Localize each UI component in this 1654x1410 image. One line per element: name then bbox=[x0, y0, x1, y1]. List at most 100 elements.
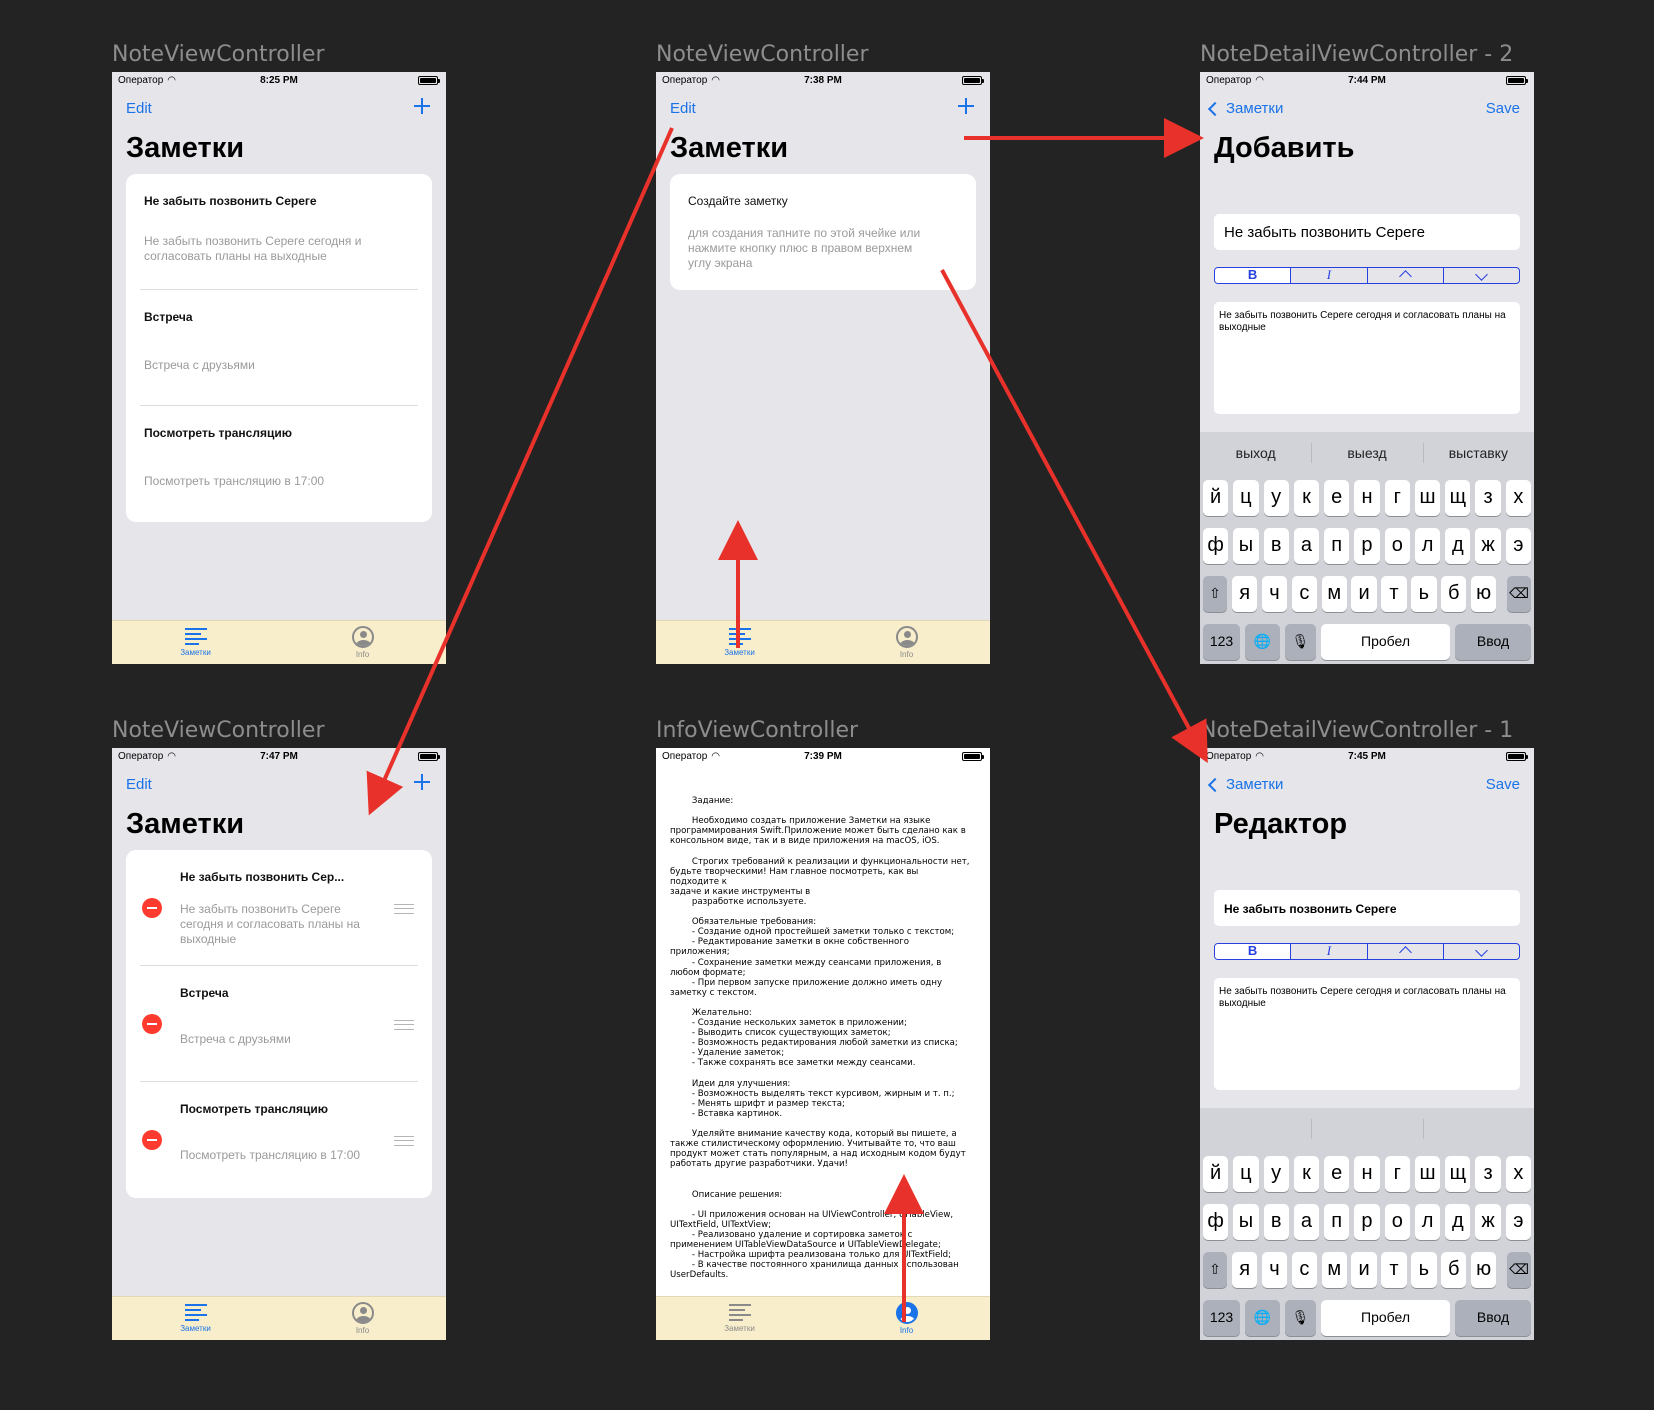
key-п[interactable]: п bbox=[1324, 528, 1350, 564]
key-б[interactable]: б bbox=[1441, 576, 1467, 612]
backspace-icon[interactable]: ⌫ bbox=[1507, 576, 1531, 612]
bold-segment[interactable]: B bbox=[1215, 944, 1292, 959]
key-л[interactable]: л bbox=[1414, 528, 1441, 564]
shift-icon[interactable]: ⇧ bbox=[1203, 576, 1227, 612]
note-cell[interactable]: Встреча Встреча с друзьями bbox=[140, 966, 418, 1082]
font-down-segment[interactable] bbox=[1444, 944, 1519, 959]
key-г[interactable]: г bbox=[1384, 1156, 1410, 1192]
title-field[interactable]: Не забыть позвонить Сереге bbox=[1214, 890, 1520, 926]
key-р[interactable]: р bbox=[1354, 528, 1380, 564]
reorder-icon[interactable] bbox=[394, 1136, 414, 1146]
add-note-button[interactable] bbox=[956, 96, 976, 116]
key-и[interactable]: и bbox=[1351, 1252, 1377, 1288]
key-е[interactable]: е bbox=[1324, 480, 1350, 516]
space-key[interactable]: Пробел bbox=[1321, 1300, 1450, 1336]
key-о[interactable]: о bbox=[1384, 528, 1410, 564]
edit-button[interactable]: Edit bbox=[670, 100, 696, 117]
key-я[interactable]: я bbox=[1232, 1252, 1258, 1288]
key-т[interactable]: т bbox=[1381, 1252, 1407, 1288]
note-cell[interactable]: Не забыть позвонить Сер... Не забыть поз… bbox=[140, 850, 418, 966]
key-у[interactable]: у bbox=[1263, 480, 1289, 516]
key-й[interactable]: й bbox=[1203, 1156, 1229, 1192]
key-з[interactable]: з bbox=[1475, 480, 1501, 516]
add-note-button[interactable] bbox=[412, 96, 432, 116]
key-х[interactable]: х bbox=[1505, 1156, 1531, 1192]
enter-key[interactable]: Ввод bbox=[1455, 624, 1531, 660]
key-и[interactable]: и bbox=[1351, 576, 1377, 612]
key-т[interactable]: т bbox=[1381, 576, 1407, 612]
reorder-icon[interactable] bbox=[394, 904, 414, 914]
key-щ[interactable]: щ bbox=[1445, 480, 1471, 516]
key-д[interactable]: д bbox=[1445, 528, 1471, 564]
numbers-key[interactable]: 123 bbox=[1203, 624, 1240, 660]
key-н[interactable]: н bbox=[1354, 480, 1380, 516]
body-text-view[interactable]: Не забыть позвонить Сереге сегодня и сог… bbox=[1214, 302, 1520, 414]
key-г[interactable]: г bbox=[1384, 480, 1410, 516]
back-button[interactable]: Заметки bbox=[1206, 100, 1283, 117]
tab-notes[interactable]: Заметки bbox=[112, 625, 279, 657]
microphone-icon[interactable]: 🎙 bbox=[1285, 624, 1316, 660]
note-cell[interactable]: Посмотреть трансляцию Посмотреть трансля… bbox=[140, 406, 418, 522]
key-э[interactable]: э bbox=[1505, 1204, 1531, 1240]
enter-key[interactable]: Ввод bbox=[1455, 1300, 1531, 1336]
key-ь[interactable]: ь bbox=[1411, 1252, 1437, 1288]
key-м[interactable]: м bbox=[1321, 576, 1347, 612]
key-е[interactable]: е bbox=[1324, 1156, 1350, 1192]
key-ш[interactable]: ш bbox=[1414, 480, 1441, 516]
delete-icon[interactable] bbox=[142, 1014, 162, 1034]
key-с[interactable]: с bbox=[1291, 576, 1317, 612]
suggestion[interactable]: выход bbox=[1200, 432, 1311, 474]
key-ю[interactable]: ю bbox=[1470, 576, 1497, 612]
title-field[interactable]: Не забыть позвонить Сереге bbox=[1214, 214, 1520, 250]
key-ф[interactable]: ф bbox=[1203, 528, 1229, 564]
key-к[interactable]: к bbox=[1293, 1156, 1320, 1192]
key-з[interactable]: з bbox=[1475, 1156, 1501, 1192]
key-ч[interactable]: ч bbox=[1261, 1252, 1288, 1288]
tab-info[interactable]: Info bbox=[823, 1301, 990, 1335]
italic-segment[interactable]: I bbox=[1291, 944, 1368, 959]
delete-icon[interactable] bbox=[142, 898, 162, 918]
add-note-button[interactable] bbox=[412, 772, 432, 792]
note-cell[interactable]: Не забыть позвонить Сереге Не забыть поз… bbox=[140, 174, 418, 290]
create-note-cell[interactable]: Создайте заметку для создания тапните по… bbox=[684, 174, 962, 290]
key-х[interactable]: х bbox=[1505, 480, 1531, 516]
save-button[interactable]: Save bbox=[1486, 776, 1520, 793]
tab-info[interactable]: Info bbox=[823, 625, 990, 659]
delete-icon[interactable] bbox=[142, 1130, 162, 1150]
reorder-icon[interactable] bbox=[394, 1020, 414, 1030]
key-п[interactable]: п bbox=[1324, 1204, 1350, 1240]
key-э[interactable]: э bbox=[1505, 528, 1531, 564]
tab-notes[interactable]: Заметки bbox=[112, 1301, 279, 1333]
key-ч[interactable]: ч bbox=[1261, 576, 1288, 612]
key-ь[interactable]: ь bbox=[1411, 576, 1437, 612]
shift-icon[interactable]: ⇧ bbox=[1203, 1252, 1227, 1288]
suggestion[interactable]: выставку bbox=[1422, 432, 1534, 474]
tab-notes[interactable]: Заметки bbox=[656, 1301, 823, 1333]
key-д[interactable]: д bbox=[1445, 1204, 1471, 1240]
space-key[interactable]: Пробел bbox=[1321, 624, 1450, 660]
key-ю[interactable]: ю bbox=[1470, 1252, 1497, 1288]
edit-button[interactable]: Edit bbox=[126, 776, 152, 793]
key-а[interactable]: а bbox=[1293, 528, 1320, 564]
backspace-icon[interactable]: ⌫ bbox=[1507, 1252, 1531, 1288]
suggestion[interactable]: выезд bbox=[1311, 432, 1422, 474]
key-й[interactable]: й bbox=[1203, 480, 1229, 516]
key-я[interactable]: я bbox=[1232, 576, 1258, 612]
key-к[interactable]: к bbox=[1293, 480, 1320, 516]
key-ш[interactable]: ш bbox=[1414, 1156, 1441, 1192]
key-ц[interactable]: ц bbox=[1233, 1156, 1259, 1192]
key-с[interactable]: с bbox=[1291, 1252, 1317, 1288]
font-up-segment[interactable] bbox=[1368, 944, 1444, 959]
key-м[interactable]: м bbox=[1321, 1252, 1347, 1288]
key-ц[interactable]: ц bbox=[1233, 480, 1259, 516]
key-о[interactable]: о bbox=[1384, 1204, 1410, 1240]
save-button[interactable]: Save bbox=[1486, 100, 1520, 117]
font-down-segment[interactable] bbox=[1444, 268, 1519, 283]
edit-button[interactable]: Edit bbox=[126, 100, 152, 117]
key-л[interactable]: л bbox=[1414, 1204, 1441, 1240]
key-в[interactable]: в bbox=[1263, 528, 1289, 564]
key-а[interactable]: а bbox=[1293, 1204, 1320, 1240]
body-text-view[interactable]: Не забыть позвонить Сереге сегодня и сог… bbox=[1214, 978, 1520, 1090]
key-ж[interactable]: ж bbox=[1475, 528, 1501, 564]
font-up-segment[interactable] bbox=[1368, 268, 1444, 283]
